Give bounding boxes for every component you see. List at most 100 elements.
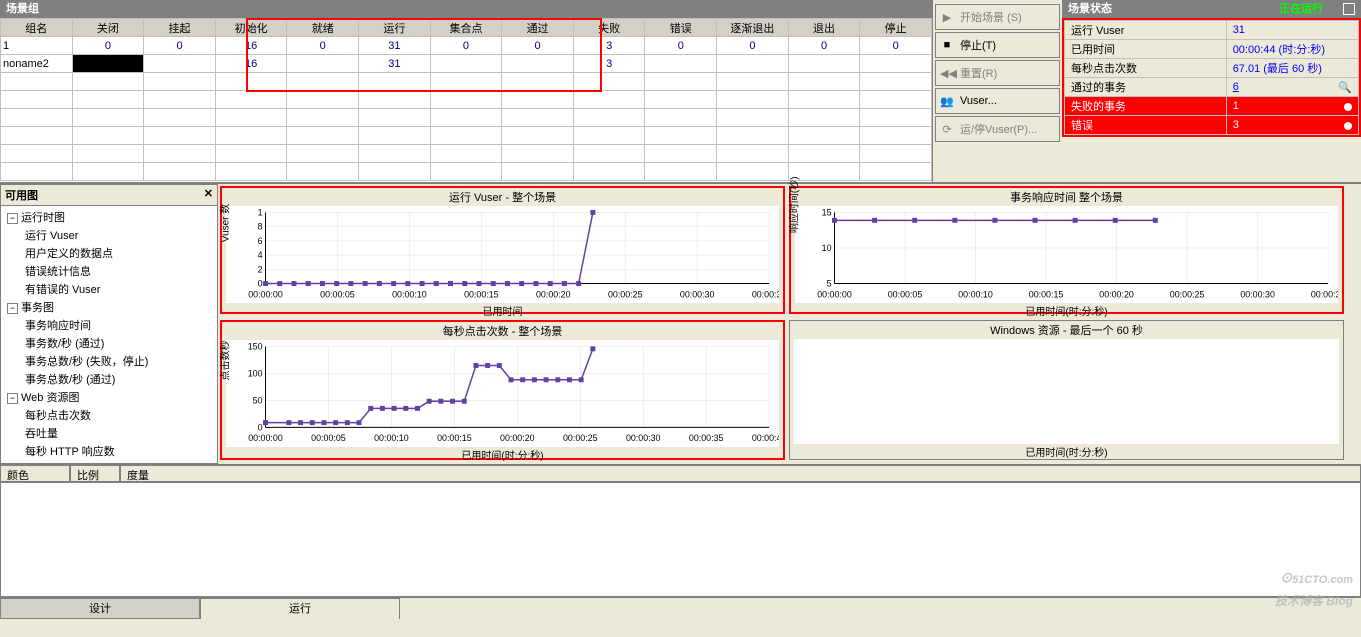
- btn-run-stop-vuser[interactable]: ⟳运/停Vuser(P)...: [935, 116, 1060, 142]
- chart-ylabel-1: Vuser 数: [217, 204, 232, 243]
- tab-design[interactable]: 设计: [0, 598, 200, 619]
- grid-header[interactable]: 集合点: [430, 19, 502, 37]
- grid-cell[interactable]: 0: [788, 37, 860, 55]
- tree-item[interactable]: 每秒 HTTP 响应数: [3, 442, 215, 460]
- magnify-icon[interactable]: 🔍: [1338, 81, 1352, 94]
- grid-cell[interactable]: [287, 55, 359, 73]
- tree-group[interactable]: −Web 资源图: [3, 388, 215, 406]
- scenario-grid[interactable]: 组名关闭挂起初始化就绪运行集合点通过失败错误逐渐退出退出停止 100160310…: [0, 18, 932, 181]
- svg-text:00:00:15: 00:00:15: [437, 433, 472, 443]
- tree-group[interactable]: −事务图: [3, 298, 215, 316]
- tree-item[interactable]: 每秒点击次数: [3, 406, 215, 424]
- grid-cell[interactable]: 0: [72, 37, 144, 55]
- status-value[interactable]: 6🔍: [1226, 78, 1358, 97]
- btn-reset[interactable]: ◀◀重置(R): [935, 60, 1060, 86]
- chart-windows-resources[interactable]: Windows 资源 - 最后一个 60 秒 已用时间(时:分:秒): [789, 320, 1344, 460]
- chart-xlabel-3: 已用时间(时:分:秒): [222, 447, 783, 462]
- grid-cell[interactable]: [502, 55, 574, 73]
- grid-cell[interactable]: 31: [359, 55, 431, 73]
- svg-text:00:00:15: 00:00:15: [1029, 289, 1064, 299]
- btn-runstop-label: 运/停Vuser(P)...: [960, 121, 1037, 137]
- chart-title-1: 运行 Vuser - 整个场景: [222, 188, 783, 206]
- grid-cell[interactable]: [860, 55, 932, 73]
- grid-header[interactable]: 通过: [502, 19, 574, 37]
- tree-item[interactable]: 运行 Vuser: [3, 226, 215, 244]
- grid-cell[interactable]: 1: [1, 37, 73, 55]
- svg-text:00:00:25: 00:00:25: [1170, 289, 1205, 299]
- grid-header[interactable]: 挂起: [144, 19, 216, 37]
- svg-text:00:00:20: 00:00:20: [1099, 289, 1134, 299]
- tree-expand-icon[interactable]: −: [7, 303, 18, 314]
- tree-title: 可用图: [5, 187, 38, 203]
- status-dot-icon[interactable]: [1344, 122, 1352, 130]
- grid-cell[interactable]: 0: [287, 37, 359, 55]
- svg-text:00:00:10: 00:00:10: [392, 289, 427, 299]
- grid-header[interactable]: 退出: [788, 19, 860, 37]
- tree-item[interactable]: 事务总数/秒 (通过): [3, 370, 215, 388]
- status-value: 31: [1226, 21, 1358, 40]
- grid-cell[interactable]: [144, 55, 216, 73]
- btn-start-scenario[interactable]: ▶开始场景 (S): [935, 4, 1060, 30]
- tree-expand-icon[interactable]: −: [7, 393, 18, 404]
- grid-header[interactable]: 组名: [1, 19, 73, 37]
- grid-header[interactable]: 初始化: [215, 19, 287, 37]
- grid-cell[interactable]: 31: [359, 37, 431, 55]
- grid-cell[interactable]: 0: [645, 37, 717, 55]
- btn-stop[interactable]: ■停止(T): [935, 32, 1060, 58]
- grid-header[interactable]: 关闭: [72, 19, 144, 37]
- scenario-group-title: 场景组: [0, 0, 932, 18]
- grid-cell[interactable]: [72, 55, 144, 73]
- legend-measure: 度量: [120, 465, 1361, 482]
- grid-header[interactable]: 停止: [860, 19, 932, 37]
- tree-item[interactable]: 错误统计信息: [3, 262, 215, 280]
- svg-text:00:00:20: 00:00:20: [536, 289, 571, 299]
- tree-item[interactable]: 用户定义的数据点: [3, 244, 215, 262]
- chart-running-vuser[interactable]: 运行 Vuser - 整个场景 Vuser 数02468100:00:0000:…: [220, 186, 785, 314]
- footer-tabs: 设计 运行: [0, 597, 1361, 619]
- tree-item[interactable]: 吞吐量: [3, 424, 215, 442]
- tree-item[interactable]: 事务响应时间: [3, 316, 215, 334]
- close-icon[interactable]: ✕: [204, 187, 213, 203]
- restore-icon[interactable]: [1343, 3, 1355, 15]
- tree-group[interactable]: −运行时图: [3, 208, 215, 226]
- grid-cell[interactable]: [430, 55, 502, 73]
- tree-item[interactable]: 事务数/秒 (通过): [3, 334, 215, 352]
- grid-cell[interactable]: 0: [502, 37, 574, 55]
- grid-header[interactable]: 逐渐退出: [717, 19, 789, 37]
- grid-header[interactable]: 运行: [359, 19, 431, 37]
- grid-cell[interactable]: 3: [573, 55, 645, 73]
- svg-text:10: 10: [822, 243, 832, 253]
- grid-header[interactable]: 就绪: [287, 19, 359, 37]
- grid-cell[interactable]: [788, 55, 860, 73]
- tree-item[interactable]: 事务总数/秒 (失败，停止): [3, 352, 215, 370]
- grid-cell[interactable]: 3: [573, 37, 645, 55]
- grid-cell[interactable]: [717, 55, 789, 73]
- status-dot-icon[interactable]: [1344, 103, 1352, 111]
- grid-header[interactable]: 错误: [645, 19, 717, 37]
- status-title-text: 场景状态: [1068, 3, 1112, 15]
- chart-ylabel-3: 点击数秒: [217, 341, 232, 381]
- status-label: 失败的事务: [1065, 97, 1227, 116]
- grid-cell[interactable]: 0: [430, 37, 502, 55]
- grid-header[interactable]: 失败: [573, 19, 645, 37]
- grid-cell[interactable]: noname2: [1, 55, 73, 73]
- grid-cell[interactable]: 16: [215, 37, 287, 55]
- status-label: 通过的事务: [1065, 78, 1227, 97]
- grid-cell[interactable]: 0: [860, 37, 932, 55]
- chart-transaction-response[interactable]: 事务响应时间 整个场景 响应时间(秒)5101500:00:0000:00:05…: [789, 186, 1344, 314]
- grid-cell[interactable]: 0: [144, 37, 216, 55]
- tree-item[interactable]: 有错误的 Vuser: [3, 280, 215, 298]
- chart-hits-per-second[interactable]: 每秒点击次数 - 整个场景 点击数秒05010015000:00:0000:00…: [220, 320, 785, 460]
- status-value: 00:00:44 (时:分:秒): [1226, 40, 1358, 59]
- tree-body[interactable]: −运行时图运行 Vuser用户定义的数据点错误统计信息有错误的 Vuser−事务…: [1, 206, 217, 463]
- grid-cell[interactable]: [645, 55, 717, 73]
- tree-expand-icon[interactable]: −: [7, 213, 18, 224]
- svg-text:00:00:35: 00:00:35: [689, 433, 724, 443]
- svg-text:00:00:10: 00:00:10: [958, 289, 993, 299]
- tab-run[interactable]: 运行: [200, 598, 400, 619]
- btn-vuser[interactable]: 👥Vuser...: [935, 88, 1060, 114]
- grid-cell[interactable]: 16: [215, 55, 287, 73]
- grid-cell[interactable]: 0: [717, 37, 789, 55]
- svg-text:150: 150: [248, 341, 263, 351]
- status-value: 67.01 (最后 60 秒): [1226, 59, 1358, 78]
